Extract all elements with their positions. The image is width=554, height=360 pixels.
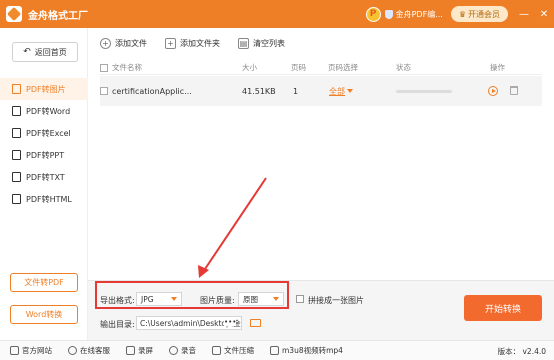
online-service-link[interactable]: 在线客服 (68, 345, 110, 356)
version-text: 版本： v2.4.0 (497, 347, 546, 356)
annotation-arrow-icon (198, 177, 267, 278)
file-compress-link[interactable]: 文件压缩 (212, 345, 254, 356)
screen-record-link[interactable]: 录屏 (126, 345, 153, 356)
official-site-link[interactable]: 官方网站 (10, 345, 52, 356)
camera-icon (126, 346, 135, 355)
microphone-icon (169, 346, 178, 355)
m3u8-convert-link[interactable]: m3u8视频转mp4 (270, 345, 343, 356)
status-bar: 官方网站 在线客服 录屏 录音 文件压缩 m3u8视频转mp4 版本： v2.4… (0, 340, 554, 360)
compress-icon (212, 346, 221, 355)
status-item-label: 官方网站 (22, 346, 52, 355)
status-item-label: 录音 (181, 346, 196, 355)
status-item-label: 文件压缩 (224, 346, 254, 355)
home-icon (10, 346, 19, 355)
status-item-label: m3u8视频转mp4 (282, 346, 343, 355)
status-item-label: 在线客服 (80, 346, 110, 355)
audio-record-link[interactable]: 录音 (169, 345, 196, 356)
status-item-label: 录屏 (138, 346, 153, 355)
video-icon (270, 346, 279, 355)
headset-icon (68, 346, 77, 355)
